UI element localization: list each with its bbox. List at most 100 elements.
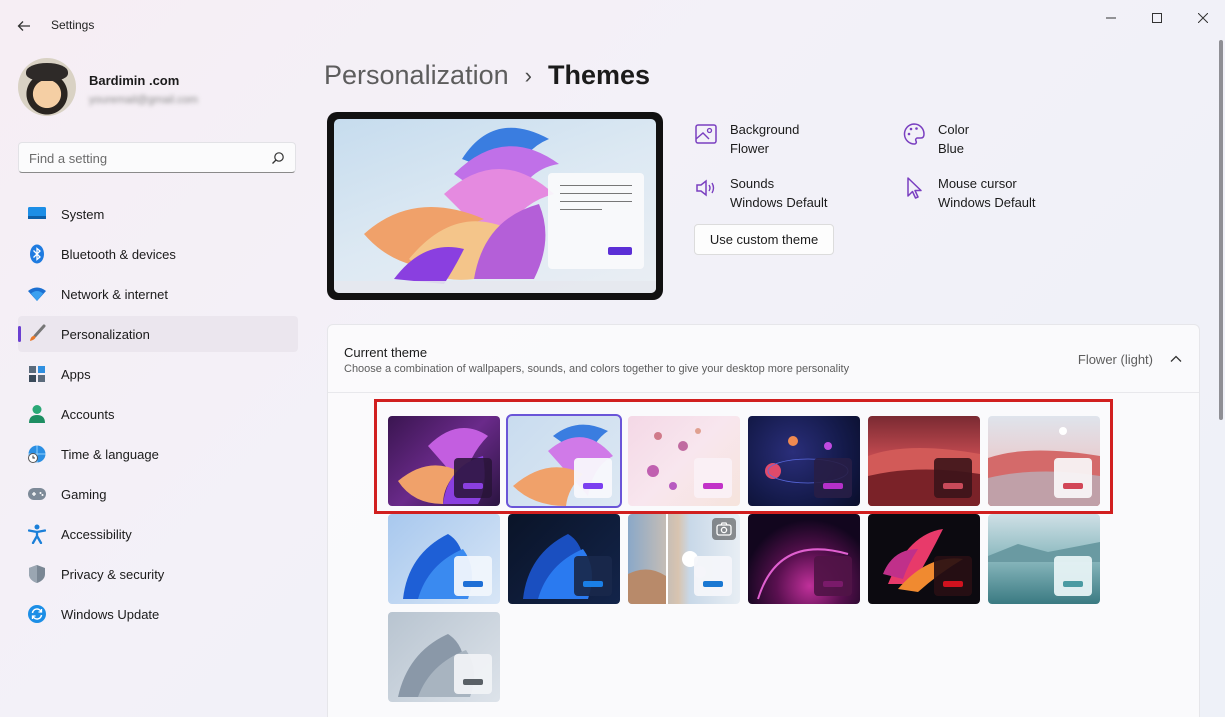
color-label: Color [938, 122, 970, 137]
search-icon [272, 152, 284, 164]
theme-accent-chip [703, 581, 723, 587]
theme-tile-sunrise[interactable] [388, 612, 500, 702]
theme-tile-card [574, 556, 612, 596]
theme-tile-card [454, 556, 492, 596]
theme-tile-card [1054, 556, 1092, 596]
current-theme-title: Current theme [344, 345, 428, 360]
sidebar-item-accessibility[interactable]: Accessibility [18, 516, 298, 552]
theme-tile-card [814, 556, 852, 596]
theme-accent-chip [463, 581, 483, 587]
color-setting[interactable]: Color Blue [902, 122, 1082, 162]
theme-tile-captured-motion[interactable] [748, 514, 860, 604]
background-setting[interactable]: Background Flower [694, 122, 874, 162]
close-button[interactable] [1180, 6, 1225, 30]
sidebar-item-time-language[interactable]: Time & language [18, 436, 298, 472]
title-bar: Settings [0, 0, 1225, 48]
sidebar-nav: System Bluetooth & devices Network & int… [18, 196, 298, 636]
theme-accent-chip [943, 581, 963, 587]
person-icon [27, 404, 47, 424]
app-title: Settings [51, 18, 95, 32]
sidebar-item-label: Accounts [61, 407, 115, 422]
background-value: Flower [730, 141, 770, 156]
sidebar-item-label: Time & language [61, 447, 159, 462]
avatar [18, 58, 76, 116]
maximize-button[interactable] [1134, 6, 1180, 30]
shield-icon [27, 564, 47, 584]
minimize-button[interactable] [1088, 6, 1134, 30]
bluetooth-icon [27, 244, 47, 264]
theme-tile-spotlight[interactable] [628, 514, 740, 604]
preview-taskbar [334, 281, 656, 293]
use-custom-theme-button[interactable]: Use custom theme [694, 224, 834, 255]
sidebar-item-label: Gaming [61, 487, 107, 502]
profile-name: Bardimin .com [89, 73, 180, 88]
sounds-label: Sounds [730, 176, 775, 191]
preview-line [560, 193, 632, 194]
monitor-icon [27, 204, 47, 224]
sidebar-item-network[interactable]: Network & internet [18, 276, 298, 312]
globe-clock-icon [27, 444, 47, 464]
sidebar-item-accounts[interactable]: Accounts [18, 396, 298, 432]
preview-window [548, 173, 644, 269]
apps-icon [27, 364, 47, 384]
mouse-cursor-label: Mouse cursor [938, 176, 1017, 191]
wifi-icon [27, 284, 47, 304]
brush-icon [27, 324, 47, 344]
image-icon [695, 124, 717, 144]
sidebar-item-label: Privacy & security [61, 567, 165, 582]
background-label: Background [730, 122, 800, 137]
camera-icon [712, 518, 736, 540]
maximize-icon [1152, 13, 1162, 23]
theme-tile-card [694, 556, 732, 596]
back-arrow-icon [17, 21, 30, 31]
preview-line [560, 209, 602, 210]
chevron-up-icon[interactable] [1169, 352, 1183, 366]
sidebar-item-bluetooth[interactable]: Bluetooth & devices [18, 236, 298, 272]
theme-preview [327, 112, 663, 300]
theme-tile-bloom-light[interactable] [388, 514, 500, 604]
theme-tile-bloom-dark[interactable] [508, 514, 620, 604]
search-input[interactable]: Find a setting [18, 142, 296, 173]
back-button[interactable] [10, 12, 38, 40]
theme-accent-chip [463, 679, 483, 685]
scrollbar[interactable] [1219, 40, 1223, 420]
sidebar-item-label: Apps [61, 367, 91, 382]
minimize-icon [1106, 17, 1116, 19]
mouse-cursor-value: Windows Default [938, 195, 1036, 210]
cursor-icon [907, 177, 922, 199]
accessibility-icon [27, 524, 47, 544]
sidebar-item-label: Windows Update [61, 607, 160, 622]
palette-icon [903, 123, 925, 145]
sidebar-item-personalization[interactable]: Personalization [18, 316, 298, 352]
theme-accent-chip [823, 581, 843, 587]
gamepad-icon [27, 484, 47, 504]
highlight-annotation [374, 399, 1113, 514]
preview-line [560, 201, 632, 202]
color-value: Blue [938, 141, 965, 156]
update-icon [27, 604, 47, 624]
user-profile[interactable]: Bardimin .com youremail@gmail.com [18, 58, 298, 118]
sounds-setting[interactable]: Sounds Windows Default [694, 176, 874, 216]
sidebar-item-apps[interactable]: Apps [18, 356, 298, 392]
breadcrumb-parent[interactable]: Personalization [324, 60, 509, 91]
sidebar-item-label: Bluetooth & devices [61, 247, 176, 262]
sidebar-item-privacy[interactable]: Privacy & security [18, 556, 298, 592]
mouse-cursor-setting[interactable]: Mouse cursor Windows Default [902, 176, 1082, 216]
theme-tile-card [454, 654, 492, 694]
theme-accent-chip [583, 581, 603, 587]
close-icon [1198, 13, 1208, 23]
theme-tile-lake[interactable] [988, 514, 1100, 604]
sidebar-item-windows-update[interactable]: Windows Update [18, 596, 298, 632]
breadcrumb-separator: › [524, 62, 532, 88]
theme-tile-flow[interactable] [868, 514, 980, 604]
sidebar-item-label: System [61, 207, 105, 222]
current-theme-description: Choose a combination of wallpapers, soun… [344, 363, 850, 375]
sidebar-item-system[interactable]: System [18, 196, 298, 232]
preview-line [560, 185, 632, 186]
sidebar-item-label: Accessibility [61, 527, 132, 542]
current-theme-header[interactable]: Current theme Choose a combination of wa… [328, 325, 1199, 393]
breadcrumb: Personalization › Themes [324, 60, 650, 91]
current-theme-value: Flower (light) [1077, 352, 1153, 367]
theme-accent-chip [1063, 581, 1083, 587]
sidebar-item-gaming[interactable]: Gaming [18, 476, 298, 512]
